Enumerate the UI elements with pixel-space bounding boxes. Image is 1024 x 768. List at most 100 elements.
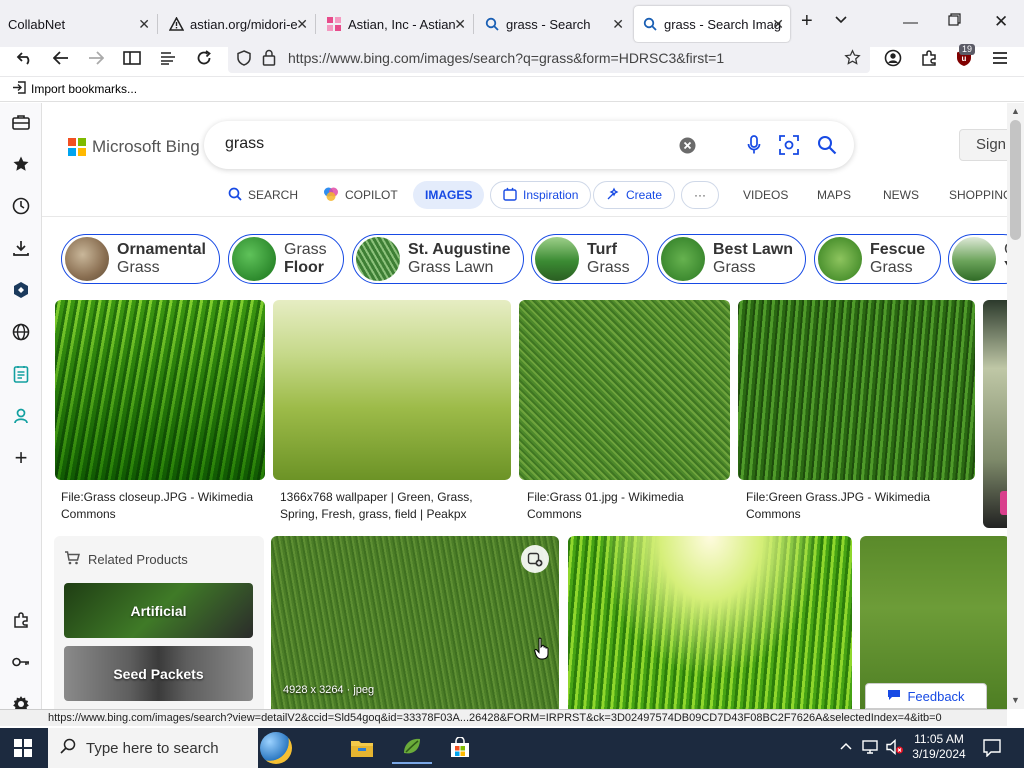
close-icon[interactable]: ✕ [772, 16, 784, 33]
result-image[interactable] [55, 300, 265, 480]
product-artificial[interactable]: Artificial [64, 583, 253, 638]
scope-images[interactable]: IMAGES [413, 181, 485, 209]
close-icon[interactable]: ✕ [612, 16, 624, 33]
result-image[interactable] [738, 300, 975, 480]
extensions-icon[interactable] [10, 609, 32, 631]
microphone-icon[interactable] [744, 135, 764, 155]
lock-icon[interactable] [262, 49, 276, 69]
product-seed-packets[interactable]: Seed Packets [64, 646, 253, 701]
result-caption[interactable]: File:Grass closeup.JPG - Wikimedia Commo… [61, 489, 266, 523]
chip-bold: Floor [284, 259, 324, 276]
result-caption[interactable]: 1366x768 wallpaper | Green, Grass, Sprin… [280, 489, 506, 523]
close-icon[interactable]: ✕ [454, 16, 466, 33]
scope-search[interactable]: SEARCH [228, 181, 298, 209]
forward-icon[interactable] [83, 46, 109, 70]
file-explorer-icon[interactable] [342, 732, 382, 764]
import-bookmarks-link[interactable]: Import bookmarks... [31, 82, 137, 96]
tab-grass-search[interactable]: grass - Search ✕ [476, 6, 630, 42]
sign-in-button[interactable]: Sign [959, 129, 1007, 161]
bing-logo[interactable]: Microsoft Bing [68, 137, 200, 157]
clock[interactable]: 11:05 AM 3/19/2024 [912, 732, 966, 762]
feedback-button[interactable]: Feedback [865, 683, 987, 709]
tab-collabnet[interactable]: CollabNet ✕ [0, 6, 156, 42]
close-icon[interactable]: ✕ [296, 16, 308, 33]
scope-videos[interactable]: VIDEOS [743, 181, 788, 209]
scope-inspiration[interactable]: Inspiration [490, 181, 592, 209]
close-window-icon[interactable]: ✕ [994, 12, 1008, 32]
visual-search-icon[interactable] [779, 135, 799, 155]
shield-icon[interactable] [236, 50, 252, 69]
scope-news[interactable]: NEWS [883, 181, 919, 209]
microsoft-store-icon[interactable] [440, 732, 480, 764]
scroll-up-icon[interactable]: ▲ [1011, 106, 1020, 116]
chip-ornamental-grass[interactable]: Ornamental Grass [61, 234, 220, 284]
result-image[interactable] [273, 300, 511, 480]
midori-browser-icon[interactable] [392, 732, 432, 764]
result-caption[interactable]: File:Green Grass.JPG - Wikimedia Commons [746, 489, 966, 523]
chip-turf-grass[interactable]: Turf Grass [531, 234, 649, 284]
bookmark-star-icon[interactable] [844, 49, 861, 69]
more-icon[interactable]: ··· [681, 181, 719, 209]
restore-icon[interactable] [948, 13, 961, 30]
tab-astian-org[interactable]: astian.org/midori-e ✕ [160, 6, 314, 42]
chip-grass-floor[interactable]: Grass Floor [228, 234, 344, 284]
bookmarks-star-icon[interactable] [10, 153, 32, 175]
tab-grass-images[interactable]: grass - Search Imag ✕ [634, 6, 790, 42]
key-icon[interactable] [10, 651, 32, 673]
search-input[interactable]: grass [225, 135, 264, 153]
reload-icon[interactable] [191, 46, 217, 70]
taskbar-search[interactable]: Type here to search [48, 728, 292, 768]
extensions-icon[interactable] [916, 46, 942, 70]
weather-news-icon[interactable] [260, 732, 292, 764]
scroll-down-icon[interactable]: ▼ [1011, 695, 1020, 705]
search-box[interactable]: grass [204, 121, 854, 169]
history-clock-icon[interactable] [10, 195, 32, 217]
menu-icon[interactable] [987, 46, 1013, 70]
briefcase-icon[interactable] [10, 111, 32, 133]
tab-astian-inc[interactable]: Astian, Inc - Astian ✕ [318, 6, 472, 42]
chip-bold: St. Augustine [408, 241, 511, 258]
sidebar-toggle-icon[interactable] [119, 46, 145, 70]
downloads-icon[interactable] [10, 237, 32, 259]
scope-maps[interactable]: MAPS [817, 181, 851, 209]
scope-create[interactable]: Create [593, 181, 676, 209]
microsoft-logo-icon [68, 138, 86, 156]
vpn-agent-icon[interactable] [10, 405, 32, 427]
scope-copilot[interactable]: COPILOT [323, 181, 398, 209]
notifications-icon[interactable] [983, 739, 1001, 760]
address-bar[interactable]: https://www.bing.com/images/search?q=gra… [228, 43, 870, 73]
chip-partial[interactable]: GY [948, 234, 1007, 284]
undo-close-icon[interactable] [12, 46, 38, 70]
tab-strip: CollabNet ✕ astian.org/midori-e ✕ Astian… [0, 0, 1024, 47]
list-tabs-icon[interactable] [834, 12, 848, 30]
list-icon[interactable] [155, 46, 181, 70]
scope-shopping[interactable]: SHOPPING [949, 181, 1007, 209]
minimize-icon[interactable]: — [903, 14, 918, 31]
clear-icon[interactable] [677, 135, 697, 155]
globe-icon[interactable] [10, 321, 32, 343]
back-icon[interactable] [48, 46, 74, 70]
close-icon[interactable]: ✕ [138, 16, 150, 33]
account-icon[interactable] [880, 46, 906, 70]
new-tab-button[interactable]: + [801, 10, 813, 33]
volume-muted-icon[interactable] [886, 738, 904, 758]
add-panel-icon[interactable]: + [10, 445, 32, 470]
chip-best-lawn[interactable]: Best Lawn Grass [657, 234, 806, 284]
result-caption[interactable]: File:Grass 01.jpg - Wikimedia Commons [527, 489, 732, 523]
result-image-hovered[interactable]: 4928 x 3264 · jpeg [271, 536, 559, 709]
tab-label: grass - Search Imag [664, 16, 782, 32]
show-hidden-icons-icon[interactable] [840, 740, 852, 754]
result-image[interactable] [519, 300, 730, 480]
network-icon[interactable] [862, 739, 880, 758]
result-image[interactable] [568, 536, 852, 709]
chip-bold: Best Lawn [713, 241, 794, 258]
add-to-collection-icon[interactable] [521, 545, 549, 573]
windows-start-icon[interactable] [14, 739, 32, 762]
notes-icon[interactable] [10, 363, 32, 385]
extension-hex-icon[interactable] [10, 279, 32, 301]
search-icon[interactable] [817, 135, 837, 155]
scrollbar-thumb[interactable] [1010, 120, 1021, 240]
chip-fescue-grass[interactable]: Fescue Grass [814, 234, 941, 284]
chip-st-augustine[interactable]: St. Augustine Grass Lawn [352, 234, 524, 284]
chip-rest: Grass [117, 259, 160, 276]
